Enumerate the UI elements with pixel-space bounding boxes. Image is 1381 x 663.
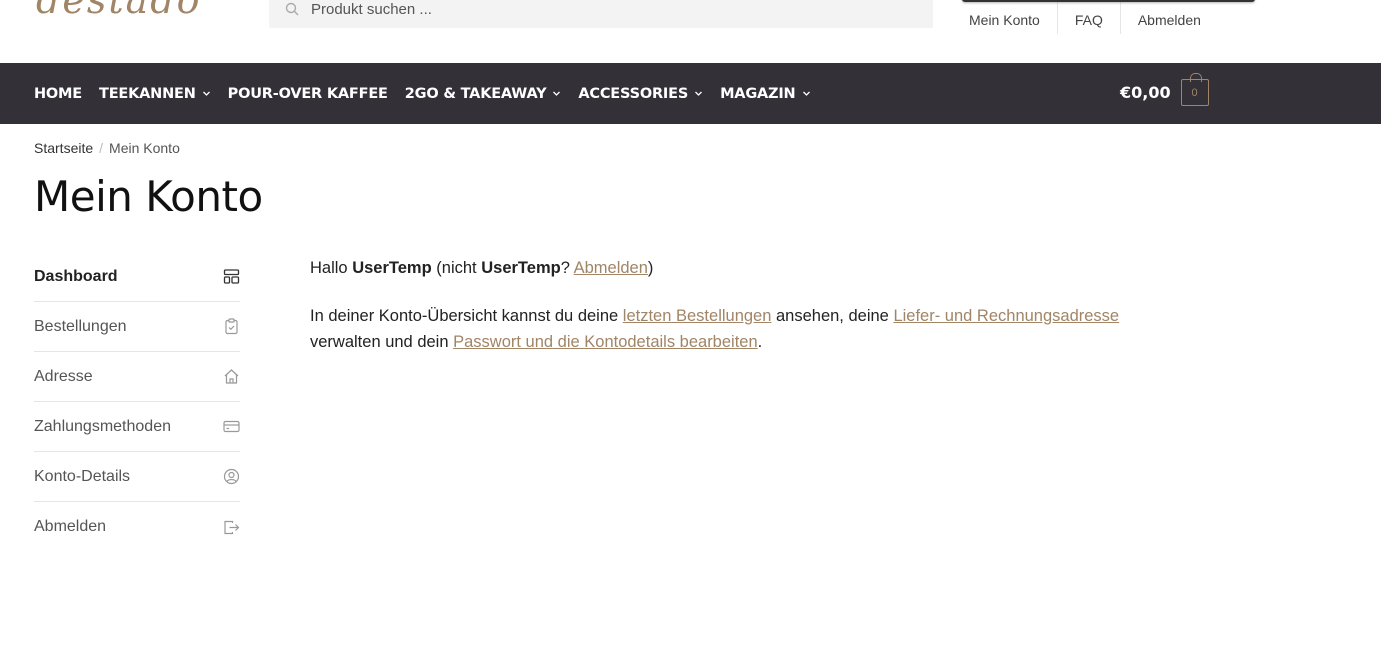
greeting-prefix: Hallo bbox=[310, 259, 348, 277]
addresses-link[interactable]: Liefer- und Rechnungsadresse bbox=[893, 307, 1119, 325]
secondary-menu-bar bbox=[962, 0, 1255, 2]
account-navigation: Dashboard Bestellungen Adresse Zahlungsm… bbox=[34, 252, 240, 552]
nav-2go-takeaway[interactable]: 2GO & TAKEAWAY bbox=[405, 86, 562, 102]
not-username: UserTemp bbox=[481, 259, 561, 277]
search-input[interactable] bbox=[311, 0, 891, 18]
intro-text-2: ansehen, deine bbox=[776, 307, 889, 325]
breadcrumb-current: Mein Konto bbox=[109, 140, 180, 156]
home-icon bbox=[224, 369, 239, 384]
breadcrumb-separator: / bbox=[99, 140, 104, 156]
nav-2go-label: 2GO & TAKEAWAY bbox=[404, 85, 547, 102]
sidebar-item-label: Adresse bbox=[34, 367, 93, 385]
chevron-down-icon bbox=[695, 91, 703, 96]
site-logo[interactable]: destado bbox=[36, 0, 201, 22]
logout-link[interactable]: Abmelden bbox=[574, 259, 648, 277]
sidebar-item-orders[interactable]: Bestellungen bbox=[34, 302, 240, 352]
search-icon bbox=[285, 2, 299, 16]
greeting-text: Hallo UserTemp (nicht UserTemp? Abmelden… bbox=[310, 255, 1170, 281]
nav-accessories[interactable]: ACCESSORIES bbox=[578, 86, 703, 102]
top-header: destado Mein Konto FAQ Abmelden bbox=[0, 0, 1381, 63]
sidebar-item-label: Bestellungen bbox=[34, 317, 127, 335]
cart-button[interactable]: €0,00 0 bbox=[1120, 73, 1209, 106]
main-navigation: HOME TEEKANNEN POUR-OVER KAFFEE 2GO & TA… bbox=[0, 63, 1381, 124]
cart-amount: €0,00 bbox=[1120, 83, 1171, 102]
username: UserTemp bbox=[352, 259, 432, 277]
nav-pour-over-label: POUR-OVER KAFFEE bbox=[227, 85, 388, 102]
top-menu-logout[interactable]: Abmelden bbox=[1121, 0, 1218, 34]
breadcrumb: Startseite / Mein Konto bbox=[34, 140, 180, 156]
sidebar-item-label: Konto-Details bbox=[34, 467, 131, 485]
sidebar-item-address[interactable]: Adresse bbox=[34, 352, 240, 402]
chevron-down-icon bbox=[802, 91, 810, 96]
breadcrumb-home-link[interactable]: Startseite bbox=[34, 140, 93, 156]
clipboard-icon bbox=[225, 318, 238, 335]
cart-count: 0 bbox=[1191, 86, 1198, 99]
user-circle-icon bbox=[223, 468, 240, 485]
sidebar-item-logout[interactable]: Abmelden bbox=[34, 502, 240, 552]
sidebar-item-dashboard[interactable]: Dashboard bbox=[34, 252, 240, 302]
page-title: Mein Konto bbox=[34, 172, 263, 221]
sidebar-item-payment-methods[interactable]: Zahlungsmethoden bbox=[34, 402, 240, 452]
chevron-down-icon bbox=[202, 91, 210, 96]
secondary-menu: Mein Konto FAQ Abmelden bbox=[952, 0, 1255, 34]
shopping-bag-icon: 0 bbox=[1180, 73, 1209, 106]
close-paren: ) bbox=[647, 259, 654, 277]
top-menu-faq[interactable]: FAQ bbox=[1058, 0, 1121, 34]
account-dashboard-content: Hallo UserTemp (nicht UserTemp? Abmelden… bbox=[310, 255, 1170, 377]
intro-end: . bbox=[757, 333, 763, 351]
nav-magazin[interactable]: MAGAZIN bbox=[720, 86, 810, 102]
intro-text-1: In deiner Konto-Übersicht kannst du dein… bbox=[310, 307, 619, 325]
top-menu-my-account[interactable]: Mein Konto bbox=[952, 0, 1058, 34]
nav-home-label: HOME bbox=[34, 85, 82, 102]
nav-home[interactable]: HOME bbox=[34, 86, 82, 102]
sidebar-item-label: Zahlungsmethoden bbox=[34, 417, 171, 435]
sidebar-item-label: Dashboard bbox=[34, 267, 118, 285]
nav-accessories-label: ACCESSORIES bbox=[578, 85, 689, 102]
intro-text-3: verwalten und dein bbox=[310, 333, 449, 351]
nav-magazin-label: MAGAZIN bbox=[720, 85, 796, 102]
account-details-link[interactable]: Passwort und die Kontodetails bearbeiten bbox=[453, 333, 758, 351]
chevron-down-icon bbox=[553, 91, 561, 96]
nav-teekannen[interactable]: TEEKANNEN bbox=[99, 86, 211, 102]
credit-card-icon bbox=[223, 420, 240, 433]
sidebar-item-account-details[interactable]: Konto-Details bbox=[34, 452, 240, 502]
nav-pour-over[interactable]: POUR-OVER KAFFEE bbox=[228, 86, 388, 102]
dashboard-intro-text: In deiner Konto-Übersicht kannst du dein… bbox=[310, 303, 1170, 355]
nav-teekannen-label: TEEKANNEN bbox=[99, 85, 196, 102]
product-search[interactable] bbox=[269, 0, 933, 28]
sidebar-item-label: Abmelden bbox=[34, 518, 107, 535]
dashboard-icon bbox=[223, 269, 240, 284]
recent-orders-link[interactable]: letzten Bestellungen bbox=[623, 307, 772, 325]
not-question: ? bbox=[560, 259, 570, 277]
not-prefix: (nicht bbox=[436, 259, 477, 277]
logout-icon bbox=[224, 520, 240, 534]
